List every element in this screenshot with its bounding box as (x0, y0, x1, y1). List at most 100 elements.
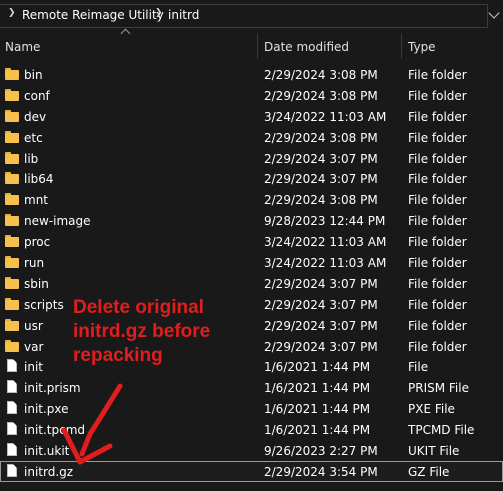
file-type: File (408, 360, 429, 375)
file-type: File folder (408, 172, 467, 187)
file-row[interactable]: new-image 9/28/2023 12:44 PM File folder (0, 210, 503, 231)
column-header-date-modified[interactable]: Date modified (264, 40, 349, 54)
folder-icon (5, 297, 19, 310)
folder-icon (5, 130, 19, 143)
file-type: File folder (408, 151, 467, 166)
file-date-modified: 2/29/2024 3:07 PM (264, 151, 378, 166)
file-row[interactable]: init.pxe 1/6/2021 1:44 PM PXE File (0, 398, 503, 419)
file-row[interactable]: bin 2/29/2024 3:08 PM File folder (0, 64, 503, 85)
folder-icon (5, 68, 19, 80)
file-row[interactable]: init.ukit 9/26/2023 2:27 PM UKIT File (0, 440, 503, 461)
file-type: File folder (408, 193, 467, 208)
column-header-type[interactable]: Type (408, 40, 436, 54)
file-date-modified: 1/6/2021 1:44 PM (264, 381, 371, 396)
column-header: Name Date modified Type (0, 28, 503, 59)
file-type: File folder (408, 130, 467, 145)
annotation-line: Delete original (73, 297, 204, 318)
file-row[interactable]: sbin 2/29/2024 3:07 PM File folder (0, 273, 503, 294)
chevron-right-icon[interactable]: ❯ (155, 8, 163, 18)
file-row[interactable]: lib 2/29/2024 3:07 PM File folder (0, 148, 503, 169)
file-type: PXE File (408, 402, 455, 417)
file-row[interactable]: etc 2/29/2024 3:08 PM File folder (0, 127, 503, 148)
file-date-modified: 2/29/2024 3:07 PM (264, 318, 378, 333)
file-row[interactable]: initrd.gz 2/29/2024 3:54 PM GZ File (0, 460, 503, 482)
file-name: dev (24, 109, 47, 124)
file-name: new-image (24, 214, 91, 229)
file-name: init.prism (24, 381, 81, 396)
file-type: File folder (408, 214, 467, 229)
chevron-down-icon[interactable] (488, 7, 500, 19)
file-name: conf (24, 88, 50, 103)
file-icon (7, 422, 17, 436)
file-name: proc (24, 235, 51, 250)
file-date-modified: 3/24/2022 11:03 AM (264, 256, 387, 271)
file-name: lib (24, 151, 39, 166)
file-date-modified: 2/29/2024 3:07 PM (264, 339, 378, 354)
breadcrumb-segment-remote-reimage-utility[interactable]: Remote Reimage Utility (22, 8, 164, 22)
file-list: bin 2/29/2024 3:08 PM File folder conf 2/29/… (0, 64, 503, 482)
file-type: File folder (408, 109, 467, 124)
file-name: usr (24, 318, 43, 333)
folder-icon (5, 235, 19, 248)
file-type: File folder (408, 297, 467, 312)
file-icon (7, 359, 17, 373)
file-name: bin (24, 68, 43, 82)
file-date-modified: 1/6/2021 1:44 PM (264, 402, 371, 417)
file-date-modified: 2/29/2024 3:07 PM (264, 172, 378, 187)
column-divider[interactable] (401, 33, 402, 59)
column-header-name[interactable]: Name (5, 40, 40, 54)
breadcrumb: ❯ Remote Reimage Utility ❯ initrd (0, 0, 503, 32)
file-date-modified: 9/28/2023 12:44 PM (264, 214, 386, 229)
file-type: File folder (408, 235, 467, 250)
file-date-modified: 1/6/2021 1:44 PM (264, 423, 371, 438)
file-date-modified: 3/24/2022 11:03 AM (264, 109, 387, 124)
folder-icon (5, 88, 19, 101)
chevron-right-icon[interactable]: ❯ (8, 8, 16, 18)
file-icon (7, 443, 17, 457)
file-row[interactable]: proc 3/24/2022 11:03 AM File folder (0, 231, 503, 252)
file-date-modified: 2/29/2024 3:07 PM (264, 276, 378, 291)
file-name: init.tpcmd (24, 423, 86, 438)
column-divider[interactable] (257, 33, 258, 59)
file-name: scripts (24, 297, 64, 312)
file-row[interactable]: init.tpcmd 1/6/2021 1:44 PM TPCMD File (0, 419, 503, 440)
file-row[interactable]: run 3/24/2022 11:03 AM File folder (0, 252, 503, 273)
file-name: var (24, 339, 44, 354)
folder-icon (5, 109, 19, 122)
file-name: sbin (24, 276, 49, 291)
file-icon (7, 401, 17, 415)
folder-icon (5, 318, 19, 331)
file-date-modified: 1/6/2021 1:44 PM (264, 360, 371, 375)
file-type: PRISM File (408, 381, 469, 396)
file-row[interactable]: mnt 2/29/2024 3:08 PM File folder (0, 189, 503, 210)
folder-icon (5, 256, 19, 269)
file-name: etc (24, 130, 43, 145)
file-type: File folder (408, 339, 467, 354)
file-date-modified: 2/29/2024 3:08 PM (264, 68, 378, 82)
annotation-text: Delete original initrd.gz before repacki… (73, 296, 253, 368)
file-icon (7, 380, 17, 394)
annotation-line: initrd.gz before (73, 321, 211, 342)
breadcrumb-segment-initrd[interactable]: initrd (168, 8, 199, 22)
file-row[interactable]: conf 2/29/2024 3:08 PM File folder (0, 85, 503, 106)
file-name: mnt (24, 193, 48, 208)
file-row[interactable]: lib64 2/29/2024 3:07 PM File folder (0, 168, 503, 189)
file-name: lib64 (24, 172, 54, 187)
file-row[interactable]: dev 3/24/2022 11:03 AM File folder (0, 106, 503, 127)
file-date-modified: 2/29/2024 3:08 PM (264, 193, 378, 208)
file-row[interactable]: init.prism 1/6/2021 1:44 PM PRISM File (0, 377, 503, 398)
file-name: init.ukit (24, 444, 70, 459)
file-type: File folder (408, 276, 467, 291)
file-name: init (24, 360, 43, 375)
file-icon (7, 463, 17, 477)
file-name: initrd.gz (24, 464, 74, 479)
folder-icon (5, 276, 19, 289)
folder-icon (5, 172, 19, 185)
file-type: File folder (408, 318, 467, 333)
file-type: GZ File (408, 464, 450, 479)
file-date-modified: 2/29/2024 3:08 PM (264, 88, 378, 103)
file-date-modified: 9/26/2023 2:27 PM (264, 444, 378, 459)
folder-icon (5, 214, 19, 227)
file-type: TPCMD File (408, 423, 475, 438)
file-date-modified: 3/24/2022 11:03 AM (264, 235, 387, 250)
